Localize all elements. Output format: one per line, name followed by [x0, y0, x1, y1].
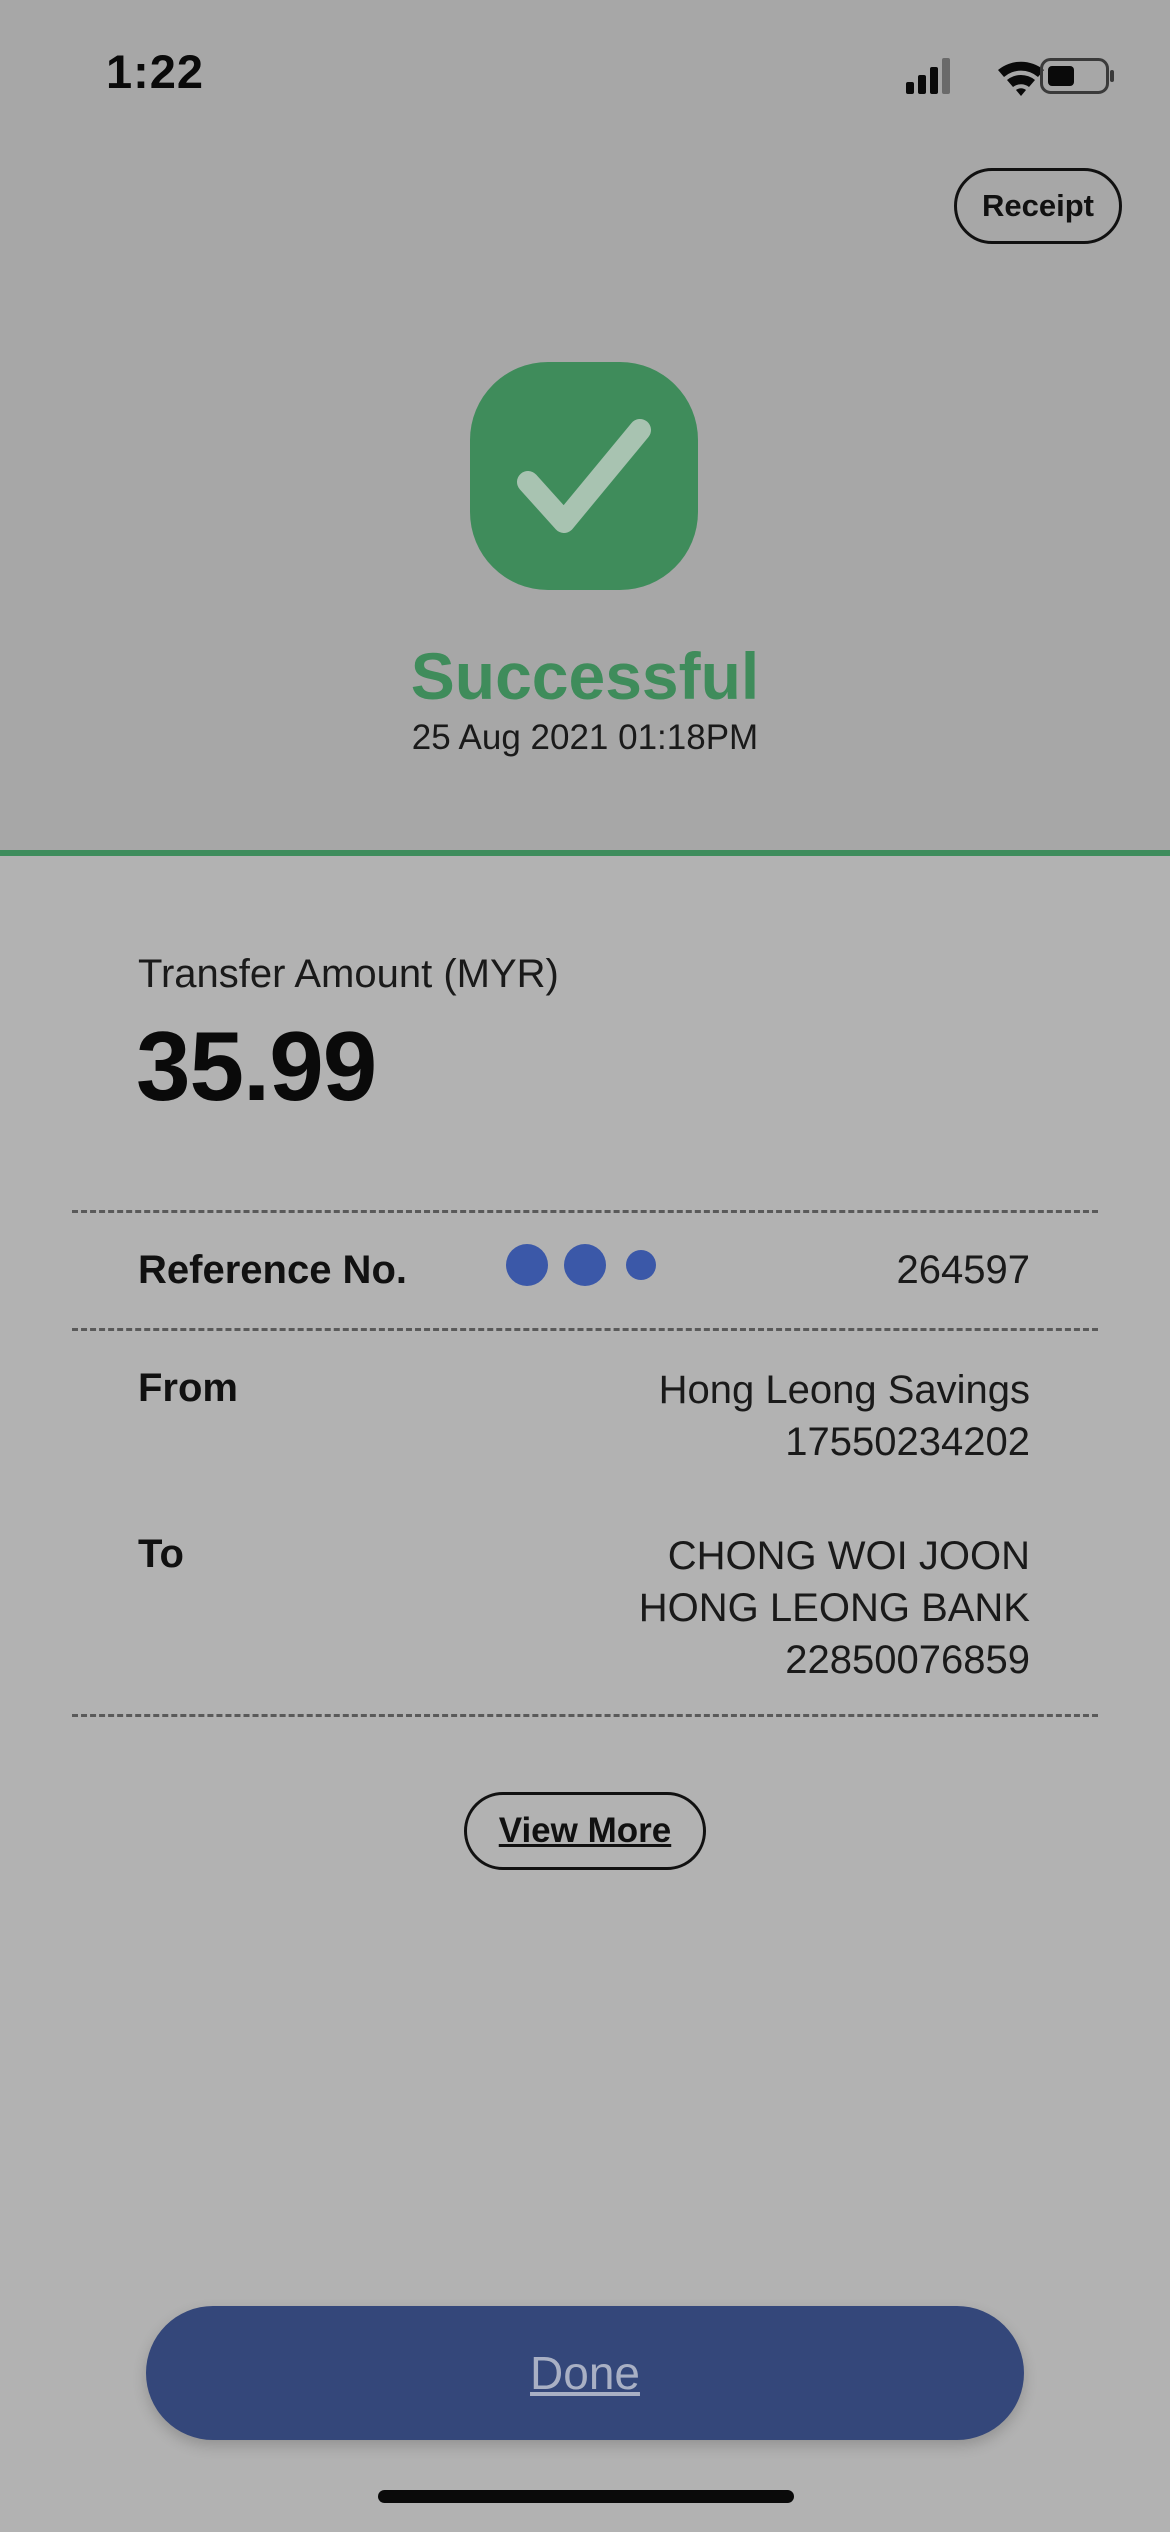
reference-value: 264597: [896, 1248, 1030, 1292]
checkmark-icon: [517, 419, 651, 533]
from-label: From: [138, 1366, 238, 1410]
amount-value: 35.99: [136, 1011, 377, 1121]
transfer-success-screen: 1:22 Receipt Successful 25 Aug 2021 01:1…: [0, 0, 1170, 2532]
done-button[interactable]: Done: [146, 2306, 1024, 2440]
view-more-button[interactable]: View More: [464, 1792, 706, 1870]
receipt-button[interactable]: Receipt: [954, 168, 1122, 244]
status-bar-time: 1:22: [106, 45, 205, 98]
wifi-icon: [998, 61, 1044, 96]
loading-dots: [504, 1244, 664, 1288]
cellular-signal-icon: [906, 58, 950, 94]
status-title: Successful: [410, 639, 760, 713]
transaction-datetime: 25 Aug 2021 01:18PM: [411, 718, 759, 757]
recipient-bank: HONG LEONG BANK: [638, 1586, 1030, 1630]
to-label: To: [138, 1532, 184, 1576]
recipient-account-number: 22850076859: [785, 1638, 1030, 1682]
battery-icon: [1040, 58, 1114, 94]
home-indicator[interactable]: [378, 2490, 794, 2503]
from-account-name: Hong Leong Savings: [658, 1368, 1030, 1412]
status-bar-icons: [900, 52, 1120, 98]
dashed-divider: [72, 1328, 1098, 1331]
recipient-name: CHONG WOI JOON: [667, 1534, 1030, 1578]
dashed-divider: [72, 1714, 1098, 1717]
loading-dot: [564, 1244, 606, 1286]
amount-label: Transfer Amount (MYR): [138, 952, 559, 996]
from-account: Hong Leong Savings 17550234202: [659, 1364, 1030, 1468]
success-badge: [470, 362, 698, 590]
reference-label: Reference No.: [138, 1248, 407, 1292]
to-account: CHONG WOI JOON HONG LEONG BANK 228500768…: [639, 1530, 1030, 1686]
from-account-number: 17550234202: [785, 1420, 1030, 1464]
loading-dot: [626, 1250, 656, 1280]
loading-dot: [506, 1244, 548, 1286]
dashed-divider: [72, 1210, 1098, 1213]
